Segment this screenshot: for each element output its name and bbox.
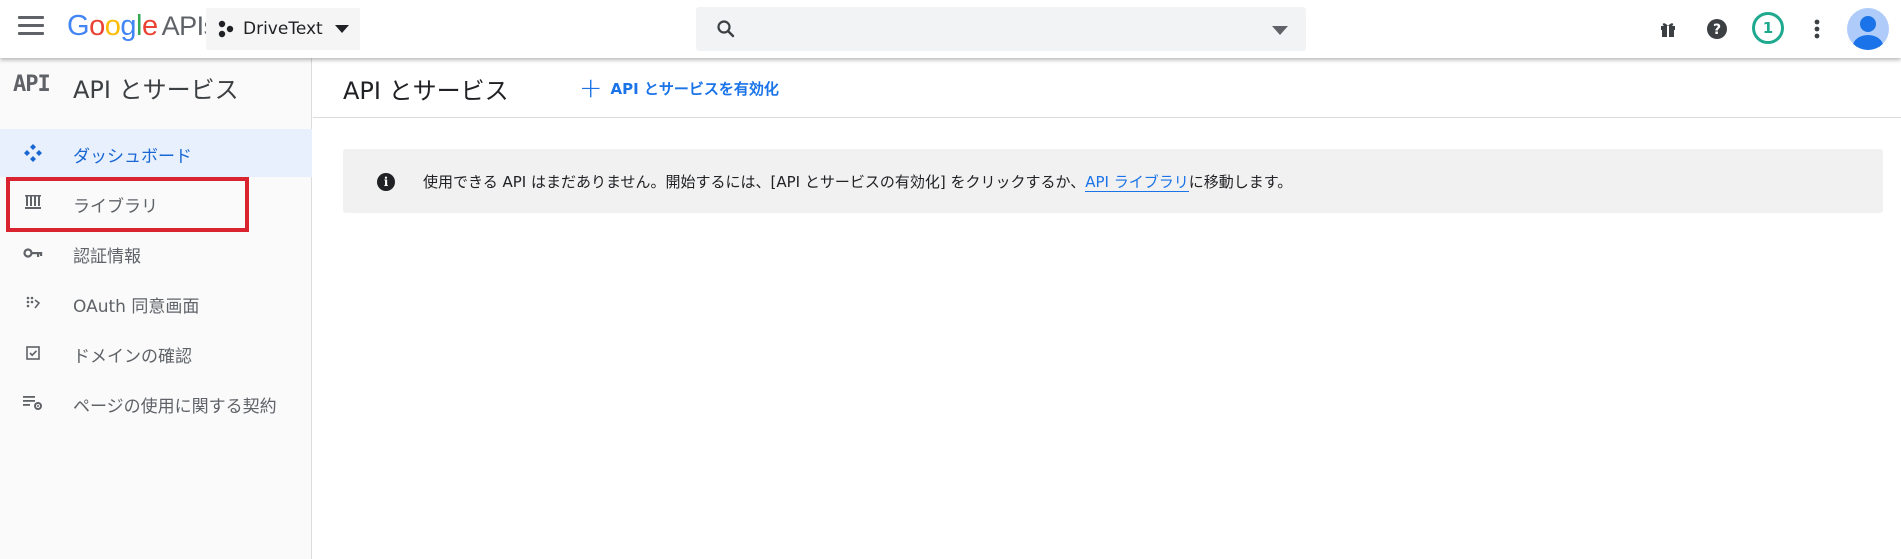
sidebar-item-label: ページの使用に関する契約 xyxy=(73,397,277,417)
enable-apis-label: API とサービスを有効化 xyxy=(610,79,779,98)
notification-badge[interactable]: 1 xyxy=(1752,12,1784,44)
info-banner: i 使用できる API はまだありません。開始するには、[API とサービスの有… xyxy=(343,149,1883,213)
dashboard-icon xyxy=(22,143,44,163)
sidebar-item-domain-verification[interactable]: ドメインの確認 xyxy=(0,329,312,377)
sidebar-header: API API とサービス xyxy=(0,58,312,118)
top-app-bar: Google APIs DriveText ? 1 xyxy=(0,0,1901,58)
info-text-after: に移動します。 xyxy=(1188,173,1293,191)
help-icon[interactable]: ? xyxy=(1702,14,1732,44)
logo-google-text: Google xyxy=(67,10,158,42)
sidebar-item-label: ライブラリ xyxy=(73,197,158,217)
page-title: API とサービス xyxy=(343,77,509,105)
key-icon xyxy=(22,243,44,263)
info-text-before: 使用できる API はまだありません。開始するには、[API とサービスの有効化… xyxy=(423,173,1086,191)
search-dropdown-icon[interactable] xyxy=(1272,26,1288,35)
project-icon xyxy=(218,20,234,38)
sidebar-item-oauth-consent[interactable]: OAuth 同意画面 xyxy=(0,279,312,327)
sidebar-title: API とサービス xyxy=(73,76,239,104)
sidebar-item-library[interactable]: ライブラリ xyxy=(0,179,312,227)
chevron-down-icon xyxy=(334,25,349,33)
sidebar-item-label: ドメインの確認 xyxy=(73,347,192,367)
search-icon xyxy=(717,20,735,38)
sidebar-item-credentials[interactable]: 認証情報 xyxy=(0,229,312,277)
main-content: API とサービス + API とサービスを有効化 i 使用できる API はま… xyxy=(313,58,1901,559)
project-name: DriveText xyxy=(243,19,323,39)
gift-icon[interactable] xyxy=(1653,14,1683,44)
info-message: 使用できる API はまだありません。開始するには、[API とサービスの有効化… xyxy=(423,171,1292,192)
sidebar-item-label: OAuth 同意画面 xyxy=(73,297,200,317)
svg-text:?: ? xyxy=(1713,22,1721,38)
plus-icon: + xyxy=(579,71,603,104)
api-logo-mark: API xyxy=(13,72,51,97)
enable-apis-button[interactable]: + API とサービスを有効化 xyxy=(571,68,787,108)
oauth-consent-icon xyxy=(22,293,44,313)
main-header: API とサービス + API とサービスを有効化 xyxy=(313,58,1901,118)
google-apis-logo[interactable]: Google APIs xyxy=(67,10,217,43)
sidebar-item-label: ダッシュボード xyxy=(73,147,192,167)
settings-list-icon xyxy=(22,393,44,413)
info-icon: i xyxy=(377,173,395,191)
checkbox-icon xyxy=(22,343,44,363)
account-icon xyxy=(1853,16,1883,50)
library-icon xyxy=(22,193,44,213)
search-bar[interactable] xyxy=(696,7,1306,51)
project-selector[interactable]: DriveText xyxy=(206,8,360,50)
sidebar-item-dashboard[interactable]: ダッシュボード xyxy=(0,129,312,177)
sidebar: API API とサービス ダッシュボード ライブラリ 認証情報 OAuth 同… xyxy=(0,58,312,559)
sidebar-item-page-usage-agreements[interactable]: ページの使用に関する契約 xyxy=(0,379,312,427)
api-library-link[interactable]: API ライブラリ xyxy=(1085,173,1189,192)
menu-icon[interactable] xyxy=(18,16,44,36)
search-input[interactable] xyxy=(752,7,1222,51)
account-avatar[interactable] xyxy=(1847,8,1889,50)
more-vert-icon[interactable] xyxy=(1802,14,1832,44)
sidebar-item-label: 認証情報 xyxy=(73,247,141,267)
